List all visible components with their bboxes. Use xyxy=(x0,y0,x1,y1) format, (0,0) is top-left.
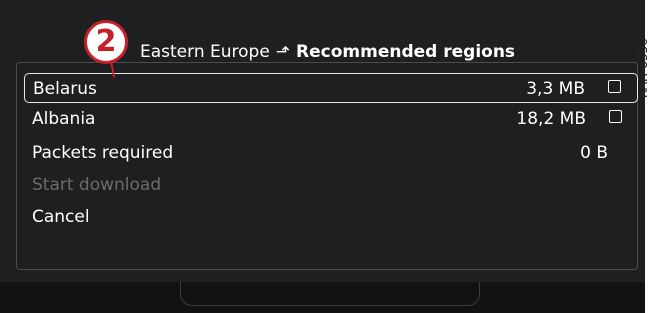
figure-reference: RAH-8350 xyxy=(636,14,655,104)
back-arrow-icon: ⬏ xyxy=(275,42,291,62)
infotainment-screen: Eastern Europe ⬏ Recommended regions Belar… xyxy=(0,0,645,313)
list-item-label: Belarus xyxy=(33,79,97,99)
list-item-size: 3,3 MB xyxy=(526,79,585,99)
figure-reference-text: RAH-8350 xyxy=(636,38,650,98)
list-item-size: 0 B xyxy=(580,143,608,163)
cancel-button[interactable]: Cancel xyxy=(24,202,638,232)
list-item-label: Cancel xyxy=(32,207,90,227)
page-title: Recommended regions xyxy=(296,42,516,62)
list-item-label: Start download xyxy=(32,175,162,195)
list-item-label: Albania xyxy=(32,109,96,129)
breadcrumb: Eastern Europe ⬏ Recommended regions xyxy=(140,40,515,64)
list-item-belarus[interactable]: Belarus 3,3 MB xyxy=(24,73,638,103)
list-item-size: 18,2 MB xyxy=(516,109,586,129)
callout-marker: 2 xyxy=(84,20,128,64)
checkbox[interactable] xyxy=(608,80,621,93)
list-item-packets-required: Packets required 0 B xyxy=(24,138,638,168)
list-item-albania[interactable]: Albania 18,2 MB xyxy=(24,104,638,134)
breadcrumb-parent[interactable]: Eastern Europe xyxy=(140,42,270,62)
list-item-label: Packets required xyxy=(32,143,174,163)
checkbox[interactable] xyxy=(609,110,622,123)
start-download-button: Start download xyxy=(24,170,638,200)
bottom-notch xyxy=(180,282,480,306)
